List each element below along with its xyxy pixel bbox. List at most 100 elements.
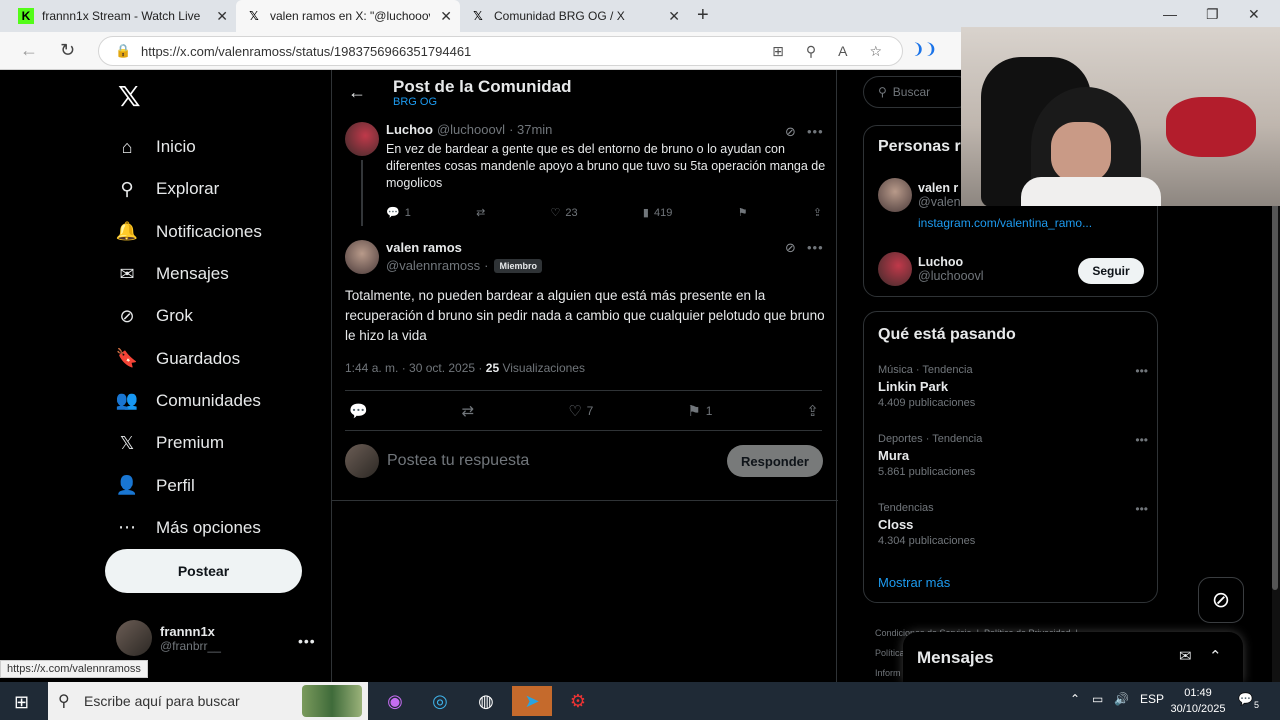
new-message-icon[interactable]: ✉ [1179,647,1192,665]
search-icon: ⚲ [120,178,134,199]
tray-chevron-icon[interactable]: ⌃ [1070,692,1080,706]
search-input[interactable]: ⚲ Buscar [863,76,973,108]
more-dots-icon[interactable]: ••• [807,124,824,139]
restore-icon[interactable]: ❐ [1206,6,1219,23]
minimize-icon[interactable]: — [1163,6,1177,22]
close-tab-icon[interactable]: ✕ [668,8,680,25]
bookmark-button[interactable]: ⚑ 1 [687,402,712,420]
taskbar-clock[interactable]: 01:49 30/10/2025 [1166,685,1230,717]
browser-tab-community[interactable]: 𝕏 Comunidad BRG OG / X ✕ [460,0,688,32]
taskbar-search-input[interactable]: ⚲ Escribe aquí para buscar [48,682,368,720]
person-row[interactable]: valen r @valen [878,178,961,212]
bookmark-button[interactable]: ⚑ [738,206,748,219]
post-timestamp[interactable]: 1:44 a. m. · 30 oct. 2025 · [345,361,482,375]
like-button[interactable]: ♡ 7 [568,402,593,420]
account-handle: @franbrr__ [160,638,221,653]
author-handle[interactable]: @luchooovl [437,122,505,137]
browser-tab-kick[interactable]: K frannn1x Stream - Watch Live on Kick ✕ [8,0,236,32]
back-arrow-icon[interactable]: ← [20,40,38,61]
like-count: 7 [586,404,594,418]
author-handle[interactable]: @valennramoss [386,258,480,273]
more-dots-icon[interactable]: ••• [1135,433,1148,447]
extension-icon[interactable]: ❩❩ [912,40,937,58]
sidebar-item-mensajes[interactable]: ✉ Mensajes [116,253,262,295]
reply-input[interactable]: Postea tu respuesta [387,452,727,470]
sidebar-item-premium[interactable]: 𝕏 Premium [116,422,262,464]
language-indicator[interactable]: ESP [1140,692,1164,706]
person-row[interactable]: Luchoo @luchooovl [878,252,984,286]
obs-icon[interactable]: ◍ [466,686,506,716]
reply-submit-button[interactable]: Responder [727,445,823,477]
browser-tab-post[interactable]: 𝕏 valen ramos en X: "@luchooovl Totalmen… [236,0,460,32]
notifications-icon[interactable]: 💬 [1238,692,1253,706]
more-dots-icon[interactable]: ••• [1135,502,1148,516]
like-button[interactable]: ♡ 23 [551,206,578,220]
windows-start-icon[interactable]: ⊞ [14,692,29,713]
trends-title: Qué está pasando [878,326,1016,343]
scrollbar-thumb[interactable] [1272,200,1278,590]
author-name[interactable]: Luchoo [386,122,433,137]
search-icon: ⚲ [58,693,70,710]
zoom-icon[interactable]: ⚲ [806,43,816,60]
parent-post[interactable]: Luchoo @luchooovl · 37min En vez de bard… [386,122,826,219]
post-button[interactable]: Postear [105,549,302,593]
expand-up-icon[interactable]: ⌃ [1209,647,1222,665]
more-dots-icon[interactable]: ••• [807,240,824,255]
sidebar-item-perfil[interactable]: 👤 Perfil [116,464,262,506]
volume-icon[interactable]: 🔊 [1114,692,1129,706]
sidebar-item-guardados[interactable]: 🔖 Guardados [116,337,262,379]
address-bar[interactable]: 🔒 https://x.com/valenramoss/status/19837… [98,36,903,66]
bookmark-count: 1 [705,404,713,418]
like-count: 23 [565,206,578,219]
sidebar-item-comunidades[interactable]: 👥 Comunidades [116,380,262,422]
close-tab-icon[interactable]: ✕ [216,8,228,25]
messages-title: Mensajes [917,648,994,667]
grok-icon[interactable]: ⊘ [785,124,796,140]
bio-link[interactable]: instagram.com/valentina_ramo... [918,216,1092,230]
sidebar-item-inicio[interactable]: ⌂ Inicio [116,126,262,168]
read-aloud-icon[interactable]: A [838,43,847,60]
trend-item[interactable]: Música · Tendencia Linkin Park 4.409 pub… [878,364,1148,409]
close-window-icon[interactable]: ✕ [1248,6,1260,23]
avatar[interactable] [345,122,379,156]
app-icon[interactable]: ⚙ [558,686,598,716]
sidebar-item-notificaciones[interactable]: 🔔 Notificaciones [116,211,262,253]
grok-icon[interactable]: ⊘ [785,240,796,256]
views-button[interactable]: ▮ 419 [643,206,672,220]
repost-button[interactable]: ⇄ [462,402,475,420]
repost-button[interactable]: ⇄ [476,206,485,219]
new-tab-icon[interactable]: + [697,4,709,27]
reload-icon[interactable]: ↻ [60,40,75,61]
apps-icon[interactable]: ⊞ [772,43,784,60]
share-button[interactable]: ⇪ [813,206,822,219]
sidebar-item-mas-opciones[interactable]: ⋯ Más opciones [116,507,262,549]
share-button[interactable]: ⇪ [806,402,819,420]
show-more-link[interactable]: Mostrar más [878,575,950,590]
grok-icon: ⊘ [119,305,135,326]
avatar[interactable] [345,240,379,274]
community-link[interactable]: BRG OG [393,96,437,108]
discord-icon[interactable]: ◉ [375,686,415,716]
more-dots-icon[interactable]: ••• [298,633,316,649]
more-dots-icon[interactable]: ••• [1135,364,1148,378]
sidebar-item-grok[interactable]: ⊘ Grok [116,295,262,337]
messages-drawer[interactable]: Mensajes ✉ ⌃ [903,632,1243,682]
account-switcher[interactable]: frannn1x @franbrr__ [116,620,221,656]
favorite-star-icon[interactable]: ☆ [869,43,882,60]
network-icon[interactable]: ▭ [1092,692,1103,706]
edge-icon[interactable]: ◎ [420,686,460,716]
close-tab-icon[interactable]: ✕ [440,8,452,25]
telegram-icon[interactable]: ➤ [512,686,552,716]
trend-item[interactable]: Deportes · Tendencia Mura 5.861 publicac… [878,433,1148,478]
x-logo-icon[interactable]: 𝕏 [118,80,141,113]
sidebar-item-explorar[interactable]: ⚲ Explorar [116,168,262,210]
webcam-overlay [961,27,1280,206]
reply-button[interactable]: 💬 1 [386,206,411,220]
follow-button[interactable]: Seguir [1078,258,1144,284]
back-arrow-icon[interactable]: ← [348,82,366,103]
author-name[interactable]: valen ramos [386,240,538,255]
reply-button[interactable]: 💬 [349,402,368,420]
trend-item[interactable]: Tendencias Closs 4.304 publicaciones ••• [878,502,1148,547]
main-column: ← Post de la Comunidad BRG OG Luchoo @lu… [331,70,838,682]
grok-fab-button[interactable]: ⊘ [1198,577,1244,623]
